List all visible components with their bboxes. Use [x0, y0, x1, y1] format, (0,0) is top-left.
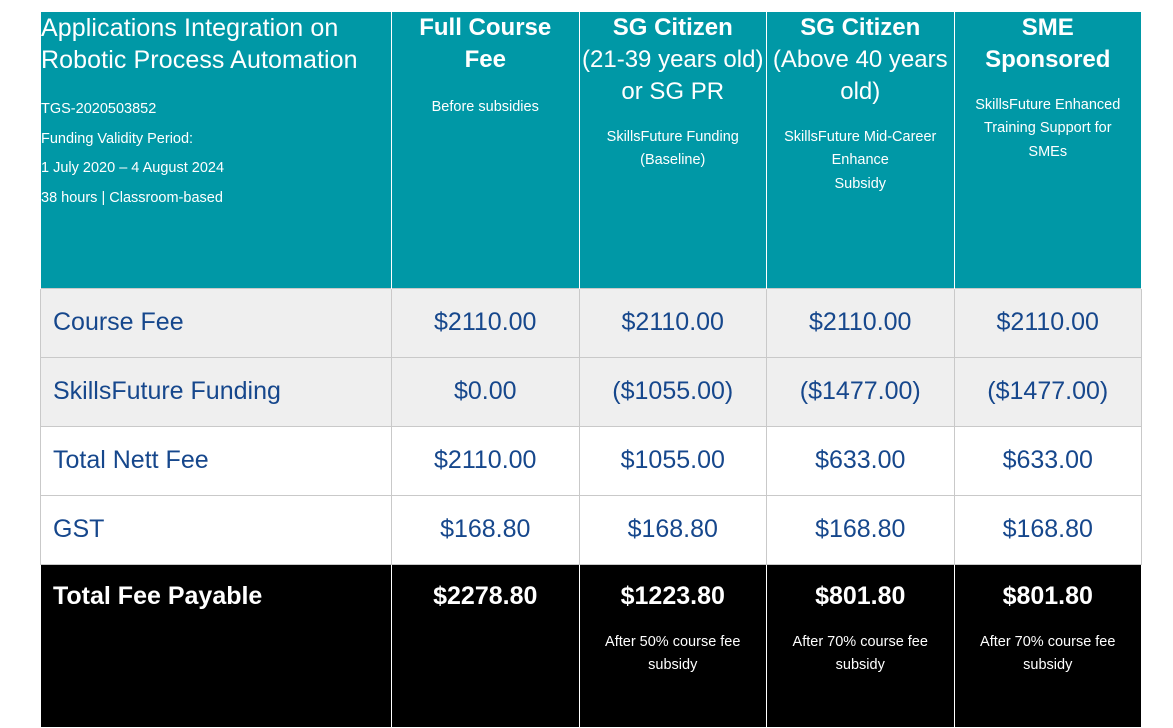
header-subtitle-line-1: Before subsidies [431, 98, 539, 115]
header-title-line-1: SME [1021, 14, 1074, 41]
header-subtitle-line-2: (Baseline) [640, 152, 706, 169]
cell-total-sme: $801.80 After 70% course fee subsidy [953, 564, 1142, 728]
header-title-line-1: SG Citizen [612, 14, 733, 41]
header-title-line-2: (21-39 years old) [582, 45, 764, 73]
row-label-gst: GST [40, 495, 392, 565]
cell-funding-sg-above-40: ($1477.00) [766, 357, 955, 427]
cell-course-fee-sme: $2110.00 [953, 288, 1142, 358]
header-subtitle-line-2: Subsidy [834, 175, 887, 192]
total-amount-sme: $801.80 [1002, 582, 1093, 610]
row-label-total-fee-payable: Total Fee Payable [40, 564, 392, 728]
header-title-line-2: Fee [464, 45, 506, 73]
header-title-line-1: SG Citizen [800, 14, 921, 41]
funding-validity-period: 1 July 2020 – 4 August 2024 [41, 160, 225, 176]
table-row: Total Nett Fee $2110.00 $1055.00 $633.00… [40, 426, 1142, 496]
cell-total-sg-above-40: $801.80 After 70% course fee subsidy [766, 564, 955, 728]
cell-total-sg-21-39: $1223.80 After 50% course fee subsidy [578, 564, 767, 728]
header-cell-sg-citizen-21-39: SG Citizen (21-39 years old) or SG PR Sk… [578, 11, 767, 289]
header-subtitle-line-1: SkillsFuture Funding [606, 128, 739, 145]
cell-nett-sg-above-40: $633.00 [766, 426, 955, 496]
table-row: GST $168.80 $168.80 $168.80 $168.80 [40, 495, 1142, 565]
cell-nett-sme: $633.00 [953, 426, 1142, 496]
cell-gst-full: $168.80 [391, 495, 580, 565]
cell-course-fee-full: $2110.00 [391, 288, 580, 358]
header-subtitle-line-1: SkillsFuture Enhanced Training Support f… [975, 96, 1121, 137]
header-cell-full-course-fee: Full Course Fee Before subsidies [391, 11, 580, 289]
total-note-sme: After 70% course fee subsidy [980, 633, 1116, 673]
header-title-line-1: Full Course [419, 14, 552, 41]
cell-total-full: $2278.80 [391, 564, 580, 728]
cell-nett-full: $2110.00 [391, 426, 580, 496]
header-title-line-2: Sponsored [985, 45, 1111, 73]
course-fee-table: Applications Integration on Robotic Proc… [40, 11, 1142, 728]
cell-gst-sg-21-39: $168.80 [578, 495, 767, 565]
header-cell-sme-sponsored: SME Sponsored SkillsFuture Enhanced Trai… [953, 11, 1142, 289]
total-amount-sg-21-39: $1223.80 [620, 582, 725, 610]
header-subtitle-line-1: SkillsFuture Mid-Career Enhance [784, 128, 937, 169]
fee-table-page: Applications Integration on Robotic Proc… [0, 0, 1173, 728]
course-duration-mode: 38 hours | Classroom-based [41, 189, 223, 206]
course-title: Applications Integration on Robotic Proc… [41, 14, 358, 74]
header-cell-sg-citizen-above-40: SG Citizen (Above 40 years old) SkillsFu… [766, 11, 955, 289]
total-amount-sg-above-40: $801.80 [815, 582, 906, 610]
total-note-sg-above-40: After 70% course fee subsidy [792, 633, 928, 673]
cell-funding-full: $0.00 [391, 357, 580, 427]
funding-validity-label: Funding Validity Period: [41, 130, 194, 147]
row-label-total-nett-fee: Total Nett Fee [40, 426, 392, 496]
cell-course-fee-sg-above-40: $2110.00 [766, 288, 955, 358]
cell-course-fee-sg-21-39: $2110.00 [578, 288, 767, 358]
table-body: Course Fee $2110.00 $2110.00 $2110.00 $2… [40, 288, 1142, 728]
table-row: Course Fee $2110.00 $2110.00 $2110.00 $2… [40, 288, 1142, 358]
total-amount-full: $2278.80 [433, 582, 538, 610]
cell-gst-sg-above-40: $168.80 [766, 495, 955, 565]
header-title-line-2: (Above 40 years old) [772, 45, 948, 105]
cell-nett-sg-21-39: $1055.00 [578, 426, 767, 496]
total-note-sg-21-39: After 50% course fee subsidy [605, 633, 741, 673]
course-meta: TGS-2020503852 Funding Validity Period: … [41, 102, 391, 205]
cell-funding-sg-21-39: ($1055.00) [578, 357, 767, 427]
row-label-course-fee: Course Fee [40, 288, 392, 358]
table-header-row: Applications Integration on Robotic Proc… [40, 11, 1142, 289]
table-head: Applications Integration on Robotic Proc… [40, 11, 1142, 289]
course-info-header-cell: Applications Integration on Robotic Proc… [40, 11, 392, 289]
row-label-skillsfuture-funding: SkillsFuture Funding [40, 357, 392, 427]
course-code: TGS-2020503852 [41, 101, 157, 117]
table-row: SkillsFuture Funding $0.00 ($1055.00) ($… [40, 357, 1142, 427]
cell-gst-sme: $168.80 [953, 495, 1142, 565]
cell-funding-sme: ($1477.00) [953, 357, 1142, 427]
table-total-row: Total Fee Payable $2278.80 $1223.80 Afte… [40, 564, 1142, 728]
header-title-line-3: or SG PR [621, 77, 725, 105]
header-subtitle-line-2: SMEs [1028, 143, 1068, 160]
